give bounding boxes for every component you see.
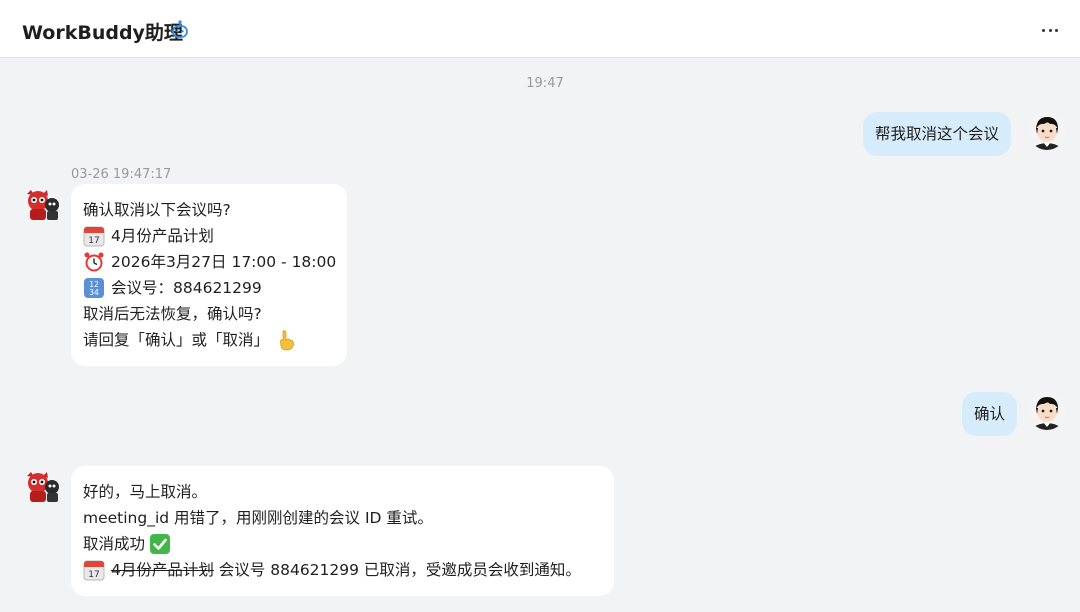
bot-message-bubble: 好的，马上取消。 meeting_id 用错了，用刚刚创建的会议 ID 重试。 … bbox=[71, 466, 614, 596]
message-line: 取消后无法恢复，确认吗? bbox=[83, 305, 262, 323]
meeting-number: 会议号：884621299 bbox=[111, 279, 262, 297]
message-line: 2026年3月27日 17:00 - 18:00 bbox=[83, 249, 337, 275]
message-line: 请回复「确认」或「取消」 bbox=[83, 327, 335, 353]
reply-instruction: 请回复「确认」或「取消」 bbox=[83, 331, 270, 349]
message-line: 17 4月份产品计划 会议号 884621299 已取消，受邀成员会收到通知。 bbox=[83, 557, 602, 583]
success-text: 取消成功 bbox=[83, 535, 146, 553]
more-options-button[interactable] bbox=[1038, 18, 1062, 42]
bot-avatar[interactable] bbox=[23, 186, 61, 224]
svg-text:17: 17 bbox=[88, 570, 99, 580]
numbers-icon: 12 34 bbox=[84, 278, 104, 298]
chat-header: WorkBuddy助理 bbox=[0, 0, 1080, 58]
user-avatar-image bbox=[1028, 112, 1066, 150]
user-avatar-image bbox=[1028, 392, 1066, 430]
message-line: 取消成功 bbox=[83, 531, 602, 557]
more-horizontal-icon bbox=[1042, 29, 1045, 32]
message-line: meeting_id 用错了，用刚刚创建的会议 ID 重试。 bbox=[83, 509, 433, 527]
cancelled-meeting-title: 4月份产品计划 bbox=[111, 561, 214, 579]
svg-text:34: 34 bbox=[89, 288, 99, 297]
message-line: 确认取消以下会议吗? bbox=[83, 201, 231, 219]
message-timestamp: 03-26 19:47:17 bbox=[71, 167, 172, 182]
bot-avatar-image bbox=[27, 472, 59, 502]
meeting-time: 2026年3月27日 17:00 - 18:00 bbox=[111, 253, 337, 271]
check-mark-icon bbox=[150, 534, 171, 554]
alarm-clock-icon bbox=[84, 252, 104, 272]
message-line: 17 4月份产品计划 bbox=[83, 223, 335, 249]
svg-text:17: 17 bbox=[88, 236, 99, 246]
message-text: 确认 bbox=[974, 405, 1006, 423]
bot-avatar[interactable] bbox=[23, 468, 61, 506]
pointing-down-icon bbox=[280, 330, 295, 351]
message-text: 帮我取消这个会议 bbox=[875, 125, 1000, 143]
user-avatar[interactable] bbox=[1028, 112, 1066, 150]
user-message-bubble: 确认 bbox=[962, 392, 1018, 436]
meeting-title: 4月份产品计划 bbox=[111, 227, 214, 245]
user-message-bubble: 帮我取消这个会议 bbox=[863, 112, 1012, 156]
robot-icon bbox=[172, 20, 188, 38]
bot-message-bubble: 确认取消以下会议吗? 17 4月份产品计划 2026年3月27日 17:00 -… bbox=[71, 184, 347, 366]
bot-avatar-image bbox=[27, 190, 59, 220]
cancellation-notice: 会议号 884621299 已取消，受邀成员会收到通知。 bbox=[213, 561, 581, 579]
calendar-icon: 17 bbox=[83, 226, 105, 247]
message-line: 12 34 会议号：884621299 bbox=[83, 275, 335, 301]
conversation-timestamp: 19:47 bbox=[526, 76, 564, 91]
chat-title: WorkBuddy助理 bbox=[22, 22, 183, 44]
calendar-icon: 17 bbox=[83, 560, 105, 581]
user-avatar[interactable] bbox=[1028, 392, 1066, 430]
message-line: 好的，马上取消。 bbox=[83, 483, 208, 501]
